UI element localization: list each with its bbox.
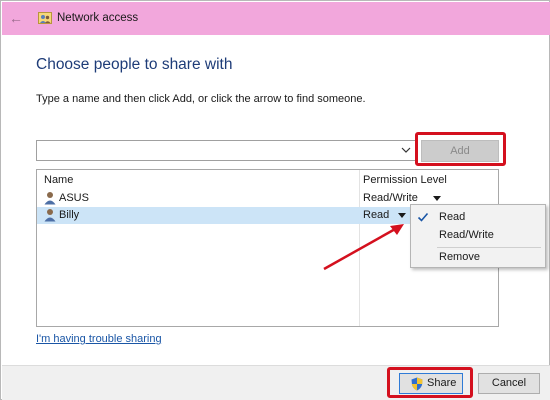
list-item-name: Billy (59, 209, 80, 221)
column-header-permission[interactable]: Permission Level (363, 174, 447, 186)
checkmark-icon (417, 212, 429, 222)
column-header-name[interactable]: Name (44, 174, 73, 186)
menu-item-remove[interactable]: Remove (411, 249, 545, 266)
user-icon (44, 192, 56, 205)
menu-item-label: Remove (439, 251, 480, 263)
menu-item-read-write[interactable]: Read/Write (411, 227, 545, 244)
chevron-down-icon[interactable] (401, 144, 411, 156)
trouble-sharing-link[interactable]: I'm having trouble sharing (36, 333, 162, 345)
shield-icon (411, 377, 423, 391)
menu-item-label: Read (439, 211, 466, 223)
user-icon (44, 209, 56, 222)
instruction-text: Type a name and then click Add, or click… (36, 93, 366, 105)
permission-level[interactable]: Read (363, 209, 389, 221)
permission-dropdown-arrow-icon[interactable] (398, 213, 406, 218)
permission-menu: Read Read/Write Remove (410, 204, 546, 268)
share-button-label: Share (427, 377, 457, 389)
permission-dropdown-arrow-icon[interactable] (433, 196, 441, 201)
title-bar: ← Network access (2, 2, 550, 35)
cancel-button[interactable]: Cancel (478, 373, 540, 394)
permission-level[interactable]: Read/Write (363, 192, 418, 204)
menu-item-label: Read/Write (439, 229, 494, 241)
add-button[interactable]: Add (421, 140, 499, 162)
share-button[interactable]: Share (399, 373, 463, 394)
window-title: Network access (57, 12, 139, 24)
menu-separator (437, 247, 541, 248)
menu-item-read[interactable]: Read (411, 209, 545, 226)
page-title: Choose people to share with (36, 56, 233, 73)
network-people-icon (38, 12, 52, 24)
dialog-window: ← Network access Choose people to share … (0, 0, 550, 400)
list-item-name: ASUS (59, 192, 89, 204)
back-arrow-icon[interactable]: ← (8, 10, 24, 26)
name-combo-box[interactable] (36, 140, 416, 161)
